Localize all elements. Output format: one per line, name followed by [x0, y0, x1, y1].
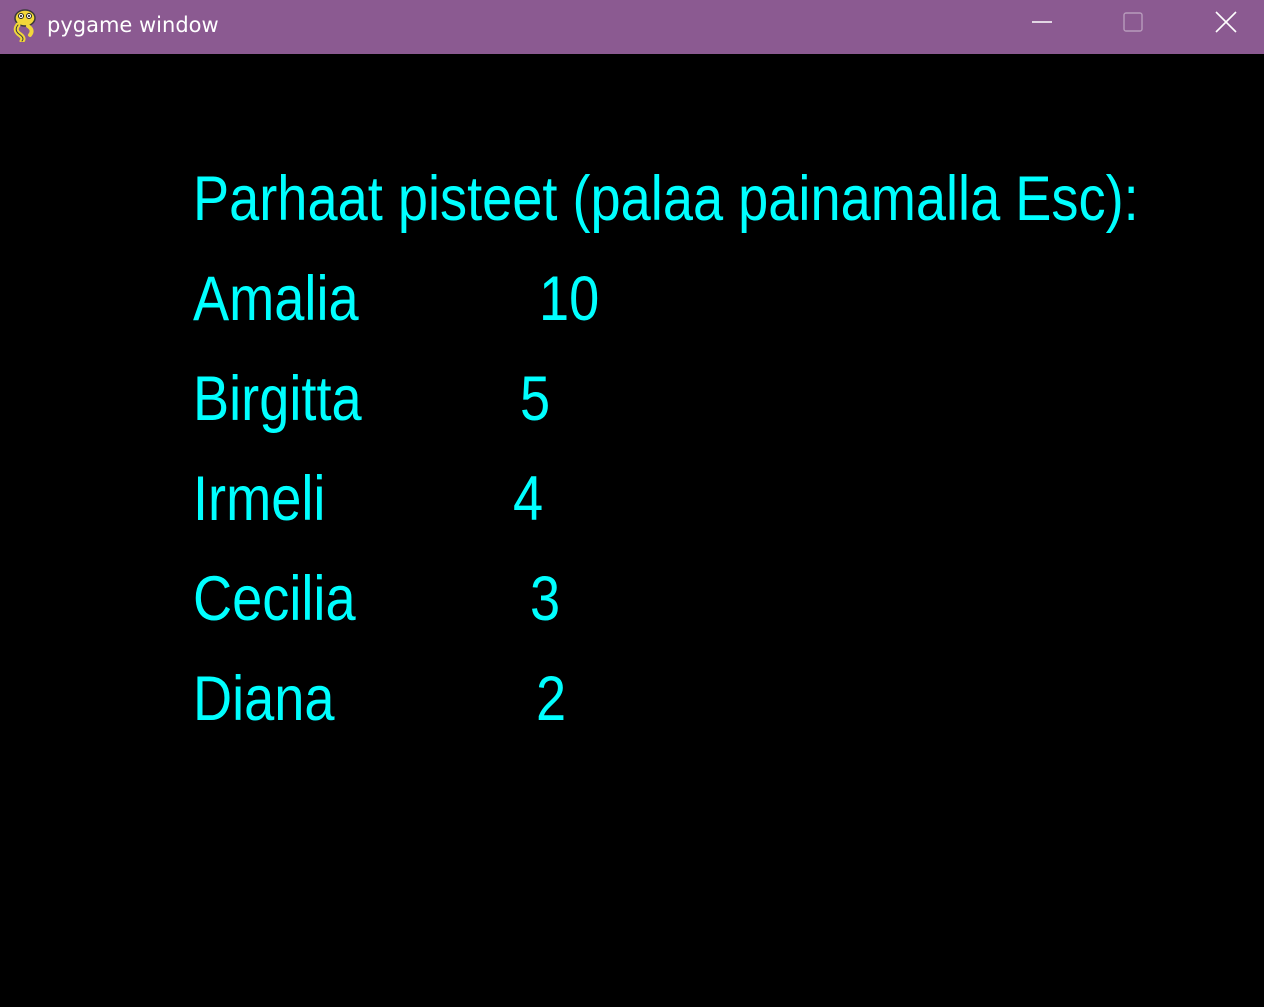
score-value: 10 — [539, 264, 600, 334]
minimize-button[interactable] — [1019, 0, 1065, 44]
score-value: 4 — [513, 464, 544, 534]
score-name: Birgitta — [193, 364, 362, 434]
maximize-button[interactable] — [1110, 0, 1156, 44]
score-name: Amalia — [193, 264, 359, 334]
score-name: Diana — [193, 664, 335, 734]
minimize-icon — [1032, 21, 1052, 23]
score-name: Cecilia — [193, 564, 356, 634]
highscores-heading: Parhaat pisteet (palaa painamalla Esc): — [193, 164, 1139, 234]
close-icon — [1215, 11, 1237, 33]
window-title: pygame window — [47, 13, 219, 37]
game-canvas[interactable]: Parhaat pisteet (palaa painamalla Esc): … — [0, 54, 1264, 1007]
score-value: 5 — [520, 364, 551, 434]
close-button[interactable] — [1203, 0, 1249, 44]
title-bar[interactable]: pygame window — [0, 0, 1264, 54]
score-value: 3 — [530, 564, 561, 634]
maximize-icon — [1123, 12, 1143, 32]
score-name: Irmeli — [193, 464, 326, 534]
pygame-window: pygame window Parhaat pisteet (palaa pai… — [0, 0, 1264, 1007]
score-value: 2 — [536, 664, 567, 734]
pygame-snake-icon — [10, 8, 40, 44]
